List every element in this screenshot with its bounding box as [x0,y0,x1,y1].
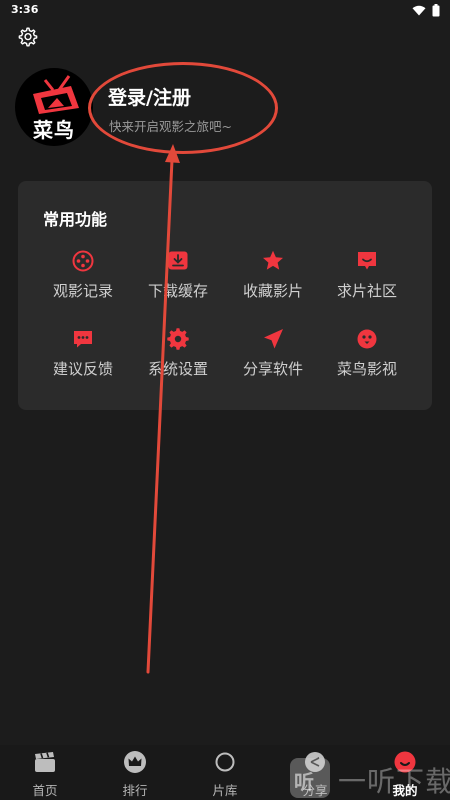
feature-cainiao-video[interactable]: 菜鸟影视 [319,327,415,387]
feature-label: 求片社区 [336,282,397,300]
download-icon [168,251,188,270]
nav-label: 排行 [122,783,148,798]
feature-request-community[interactable]: 求片社区 [319,249,415,309]
wifi-icon [412,5,426,16]
feature-label: 菜鸟影视 [336,360,397,378]
annotation-ellipse [88,62,278,154]
feature-feedback[interactable]: 建议反馈 [35,327,131,387]
clapperboard-icon [35,752,55,772]
features-title: 常用功能 [43,210,108,229]
feature-watch-history[interactable]: 观影记录 [35,249,131,309]
feature-label: 建议反馈 [52,360,113,378]
settings-button[interactable] [17,26,39,48]
avatar-brand-text: 菜鸟 [33,118,75,142]
film-reel-icon [72,250,94,272]
battery-icon [432,4,440,17]
feature-share-app[interactable]: 分享软件 [225,327,321,387]
nav-label: 首页 [32,783,58,798]
crown-icon [124,751,146,773]
watermark-badge: 听 [290,758,330,798]
nav-library[interactable]: 片库 [180,745,270,800]
feature-download-cache[interactable]: 下载缓存 [130,249,226,309]
feature-label: 分享软件 [242,360,303,378]
message-icon [74,331,92,348]
tv-logo-icon [33,75,79,114]
common-features-card: 常用功能 观影记录 下载缓存 收藏影片 求片社区 建议反馈 系统设置 分享软件 … [18,181,432,410]
feature-system-settings[interactable]: 系统设置 [130,327,226,387]
bird-icon [357,329,377,349]
circle-icon [215,752,235,772]
status-bar: 3:36 [0,0,450,20]
feature-label: 下载缓存 [147,282,208,300]
status-icons [412,4,440,17]
watermark-text: 一听下载 [338,765,450,798]
send-icon [264,329,283,349]
watermark-badge-text: 听 [294,770,314,794]
profile-screen: 3:36 菜鸟 登录/注册 快来开启观影之旅吧~ 常用功能 观影记录 下载缓存 … [0,0,450,800]
feature-label: 系统设置 [147,360,208,378]
star-icon [263,250,283,270]
nav-ranking[interactable]: 排行 [90,745,180,800]
feature-favorites[interactable]: 收藏影片 [225,249,321,309]
avatar[interactable]: 菜鸟 [15,68,93,146]
gear-icon [18,27,38,47]
watermark: 听 一听下载 [290,756,450,800]
chat-bubble-icon [358,252,376,270]
feature-label: 收藏影片 [242,282,303,300]
feature-label: 观影记录 [52,282,113,300]
nav-label: 片库 [212,783,238,798]
nav-home[interactable]: 首页 [0,745,90,800]
gear-icon [167,328,189,350]
status-time: 3:36 [11,3,39,16]
